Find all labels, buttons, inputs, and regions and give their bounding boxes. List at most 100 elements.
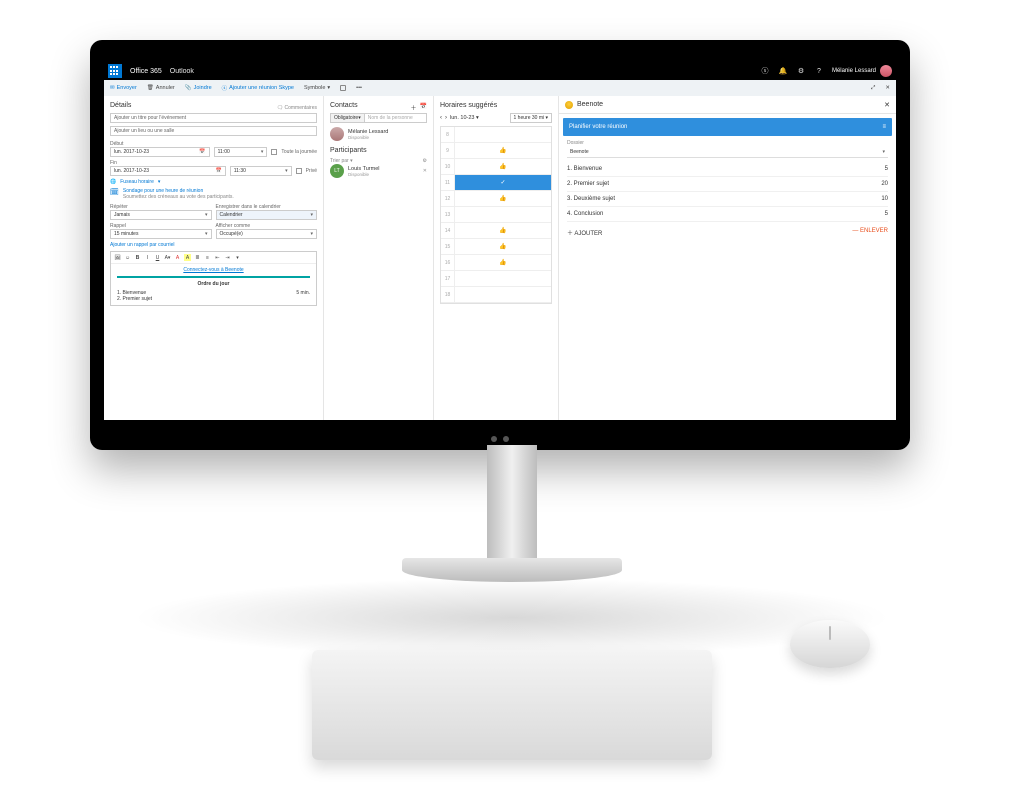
sort-label[interactable]: Trier par ▾ [330,158,353,164]
time-slot-list: 89👍10👍11✓12👍1314👍15👍16👍1718 [440,126,552,304]
reminder-select[interactable]: 15 minutes▾ [110,229,212,239]
beenote-title: Beenote [577,101,603,108]
beenote-cta-link[interactable]: Connectez-vous à Beenote [117,267,310,278]
prev-day-icon[interactable]: ‹ [440,115,442,121]
attach-button[interactable]: 📎 Joindre [185,85,212,91]
contacts-calendar-icon[interactable]: 📅 [420,103,427,112]
suite-brand: Office 365 [130,68,162,75]
symbol-button[interactable]: Symbole ▾ [304,85,330,91]
send-button[interactable]: ✉ Envoyer [110,85,137,91]
participants-title: Participants [330,147,427,154]
people-search[interactable]: Obligatoire ▾ Nom de la personne [330,113,427,123]
emoji-icon[interactable]: ☺ [124,254,131,261]
contact-suggestion[interactable]: Mélanie LessardDisponible [330,127,427,141]
beenote-menu-icon[interactable]: ≡ [882,124,886,130]
avatar [330,127,344,141]
time-slot[interactable]: 10👍 [441,159,551,175]
savecal-select[interactable]: Calendrier▾ [216,210,318,220]
suggested-times-panel: Horaires suggérés ‹ › lun. 10-23 ▾ 1 heu… [434,96,559,420]
highlight-icon[interactable]: A [184,254,191,261]
date-picker[interactable]: lun. 10-23 ▾ [450,115,479,121]
cancel-button[interactable]: 🗑 Annuler [147,85,175,91]
app-launcher-icon[interactable] [108,64,122,78]
beenote-addin: Beenote ✕ Planifier votre réunion ≡ Doss… [559,96,896,420]
showas-select[interactable]: Occupé(e)▾ [216,229,318,239]
indent-icon[interactable]: ⇥ [224,254,231,261]
avatar [880,65,892,77]
beenote-logo-icon [565,101,573,109]
required-toggle[interactable]: Obligatoire ▾ [331,114,365,122]
end-time-select[interactable]: 11:30▾ [230,166,292,176]
categorize-icon[interactable] [340,85,346,91]
allday-checkbox[interactable] [271,149,277,155]
beenote-plan-label: Planifier votre réunion [569,124,627,130]
remove-participant-icon[interactable]: ✕ [423,168,427,174]
times-title: Horaires suggérés [440,102,552,109]
agenda-item[interactable]: 2. Premier sujet20 [567,177,888,192]
settings-icon[interactable]: ⚙ [796,66,806,76]
notifications-icon[interactable]: 🔔 [778,66,788,76]
font-color-icon[interactable]: A [174,254,181,261]
time-slot[interactable]: 11✓ [441,175,551,191]
folder-select[interactable]: Beenote▾ [567,146,888,158]
editor-toolbar: 🖼 ☺ B I U A▾ A A ≣ ≡ ⇤ ⇥ ▾ [111,252,316,264]
agenda-item[interactable]: 4. Conclusion5 [567,207,888,222]
skype-icon[interactable]: ⓢ [760,66,770,76]
next-day-icon[interactable]: › [445,115,447,121]
email-reminder-link[interactable]: Ajouter un rappel par courriel [110,242,317,248]
contacts-panel: Contacts ＋ 📅 Obligatoire ▾ Nom de la per… [324,96,434,420]
app-name: Outlook [170,68,194,75]
outdent-icon[interactable]: ⇤ [214,254,221,261]
remove-item-button[interactable]: — ENLEVER [852,228,888,237]
image-icon[interactable]: 🖼 [114,254,121,261]
skype-meeting-button[interactable]: ⓢ Ajouter une réunion Skype [222,84,294,92]
help-icon[interactable]: ? [814,66,824,76]
suite-header: Office 365 Outlook ⓢ 🔔 ⚙ ? Mélanie Lessa… [104,62,896,80]
time-slot[interactable]: 12👍 [441,191,551,207]
comments-link[interactable]: 🗨 Commentaires [277,105,317,111]
duration-select[interactable]: 1 heure 30 mi ▾ [510,113,552,123]
time-slot[interactable]: 15👍 [441,239,551,255]
beenote-close-icon[interactable]: ✕ [884,101,890,109]
private-checkbox[interactable] [296,168,302,174]
bold-icon[interactable]: B [134,254,141,261]
user-name: Mélanie Lessard [832,68,876,74]
poll-icon: 🗓 [110,188,119,196]
timezone-icon: 🌐 [110,179,116,185]
time-slot[interactable]: 17 [441,271,551,287]
location-input[interactable]: Ajouter un lieu ou une salle [110,126,317,136]
start-time-select[interactable]: 11:00▾ [214,147,268,157]
account-menu[interactable]: Mélanie Lessard [832,65,892,77]
event-title-input[interactable]: Ajouter un titre pour l'événement [110,113,317,123]
underline-icon[interactable]: U [154,254,161,261]
agenda-row: 2. Premier sujet [117,296,310,302]
time-slot[interactable]: 13 [441,207,551,223]
add-item-button[interactable]: ＋ AJOUTER [567,228,602,237]
timezone-link[interactable]: Fuseau horaire [120,179,154,185]
close-icon[interactable]: ✕ [885,85,890,91]
repeat-select[interactable]: Jamais▾ [110,210,212,220]
body-editor[interactable]: 🖼 ☺ B I U A▾ A A ≣ ≡ ⇤ ⇥ ▾ [110,251,317,306]
more-button[interactable]: ••• [356,85,362,91]
italic-icon[interactable]: I [144,254,151,261]
font-size-icon[interactable]: A▾ [164,254,171,261]
beenote-header-bar: Planifier votre réunion ≡ [563,118,892,136]
start-date-select[interactable]: lun. 2017-10-23📅 [110,147,210,157]
time-slot[interactable]: 9👍 [441,143,551,159]
time-slot[interactable]: 18 [441,287,551,303]
agenda-item[interactable]: 3. Deuxième sujet10 [567,192,888,207]
numbers-icon[interactable]: ≡ [204,254,211,261]
monitor-frame: Office 365 Outlook ⓢ 🔔 ⚙ ? Mélanie Lessa… [90,40,910,450]
participants-options-icon[interactable]: ⚙ [423,158,427,164]
expand-icon[interactable]: ⤢ [871,85,875,92]
people-search-placeholder: Nom de la personne [365,115,416,121]
more-format-icon[interactable]: ▾ [234,254,241,261]
time-slot[interactable]: 14👍 [441,223,551,239]
time-slot[interactable]: 16👍 [441,255,551,271]
bullets-icon[interactable]: ≣ [194,254,201,261]
end-date-select[interactable]: lun. 2017-10-23📅 [110,166,226,176]
contacts-add-icon[interactable]: ＋ [411,103,417,112]
time-slot[interactable]: 8 [441,127,551,143]
private-label: Privé [306,168,317,174]
agenda-item[interactable]: 1. Bienvenue5 [567,162,888,177]
